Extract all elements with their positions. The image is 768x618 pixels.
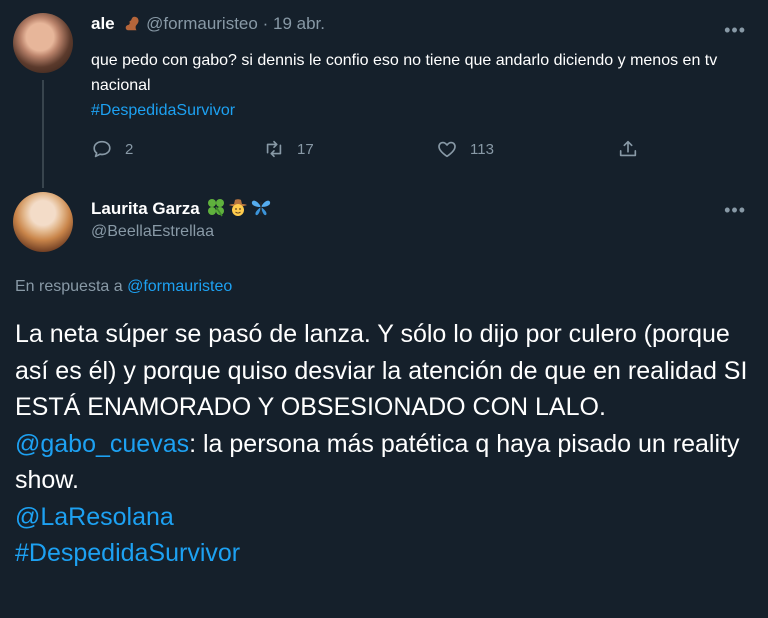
tweet-date[interactable]: 19 abr. [273,14,325,33]
hashtag-link[interactable]: #DespedidaSurvivor [91,102,235,119]
display-name[interactable]: Laurita Garza [91,199,200,218]
retweet-icon [266,140,282,158]
cowboy-face-icon [229,199,248,216]
reply-button[interactable]: 2 [91,138,133,160]
handle[interactable]: @formauristeo [146,14,258,33]
tweet-text-body: que pedo con gabo? si dennis le confio e… [91,52,718,94]
butterfly-icon [252,200,271,216]
retweet-count: 17 [297,140,314,158]
squirrel-emoji-icon [126,16,139,31]
handle[interactable]: @BeellaEstrellaa [91,223,214,241]
hashtag-link[interactable]: #DespedidaSurvivor [15,539,240,567]
reply-prefix: En respuesta a [15,278,123,295]
parent-tweet[interactable]: ale @formauristeo · 19 abr. ••• que pedo… [0,0,768,188]
tweet-text-line: @gabo_cuevas: la persona más patética q … [15,426,755,499]
mention-link-laresolana[interactable]: @LaResolana [15,503,174,531]
thread-connector-line [42,80,44,188]
tweet-text-paragraph: La neta súper se pasó de lanza. Y sólo l… [15,320,748,421]
display-name-row: Laurita Garza [91,197,272,219]
more-icon[interactable]: ••• [724,20,746,41]
reply-count: 2 [125,140,134,158]
reply-icon [93,140,111,158]
reply-mention-link[interactable]: @formauristeo [127,278,232,295]
tweet-text: que pedo con gabo? si dennis le confio e… [91,48,751,123]
mention-link-gabo[interactable]: @gabo_cuevas [15,430,189,458]
more-icon[interactable]: ••• [724,200,746,221]
like-button[interactable]: 113 [436,138,494,160]
avatar[interactable] [13,13,73,73]
reply-context: En respuesta a @formauristeo [15,278,232,296]
name-emoji-icons [208,199,271,217]
share-icon [619,140,637,157]
like-count: 113 [470,140,494,158]
heart-icon [438,141,456,158]
retweet-button[interactable]: 17 [263,138,314,160]
avatar[interactable] [13,192,73,252]
display-name[interactable]: ale [91,14,115,33]
tweet-text: La neta súper se pasó de lanza. Y sólo l… [15,316,755,572]
four-leaf-clover-icon [208,199,225,217]
tweet-header: ale @formauristeo · 19 abr. [91,14,325,34]
separator-dot: · [262,14,269,33]
tweet-actions: 2 17 113 [91,138,651,164]
share-button[interactable] [617,138,651,160]
